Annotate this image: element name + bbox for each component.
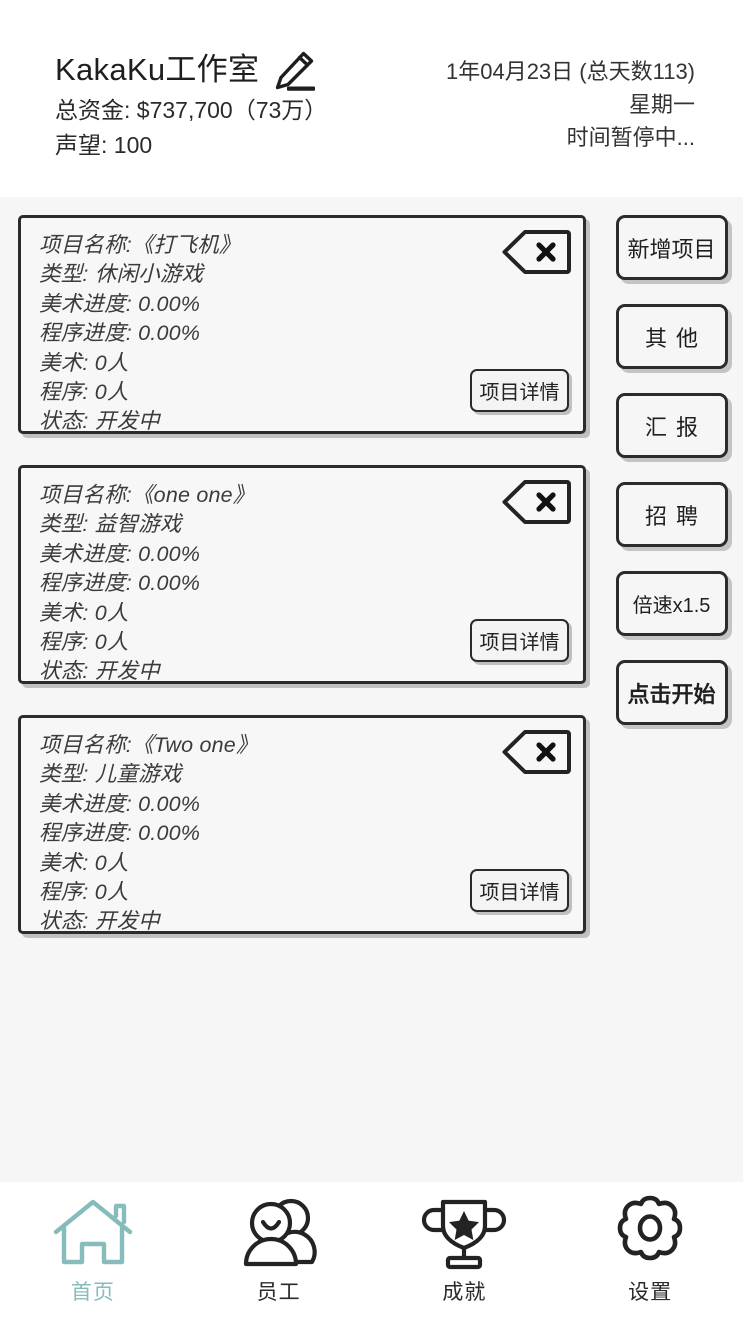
recruit-button[interactable]: 招聘 [615, 482, 728, 547]
project-card[interactable]: 项目名称:《打飞机》 类型: 休闲小游戏 美术进度: 0.00% 程序进度: 0… [18, 215, 586, 434]
project-type: 类型: 休闲小游戏 [39, 262, 204, 287]
nav-label-settings: 设置 [628, 1281, 673, 1304]
project-type: 类型: 儿童游戏 [39, 762, 182, 787]
main-content: 项目名称:《打飞机》 类型: 休闲小游戏 美术进度: 0.00% 程序进度: 0… [0, 197, 743, 1182]
nav-label-staff: 员工 [256, 1281, 301, 1304]
total-funds-line: 总资金: $737,700（73万） [55, 97, 328, 123]
code-progress: 程序进度: 0.00% [39, 821, 201, 846]
home-icon [50, 1194, 136, 1274]
nav-item-staff[interactable]: 员工 [186, 1194, 372, 1306]
speed-toggle-button[interactable]: 倍速x1.5 [615, 571, 728, 636]
project-name: 项目名称:《one one》 [39, 483, 255, 507]
header-right: 1年04月23日 (总天数113) 星期一 时间暂停中... [446, 48, 713, 197]
bottom-navigation: 首页 员工 成就 设置 [0, 1182, 743, 1327]
nav-label-home: 首页 [70, 1281, 115, 1304]
project-list: 项目名称:《打飞机》 类型: 休闲小游戏 美术进度: 0.00% 程序进度: 0… [0, 207, 600, 1182]
project-details-button[interactable]: 项目详情 [470, 619, 569, 662]
code-progress: 程序进度: 0.00% [39, 571, 201, 596]
action-rail: 新增项目 其他 汇报 招聘 倍速x1.5 点击开始 [600, 207, 743, 1182]
new-project-button[interactable]: 新增项目 [615, 215, 728, 280]
project-card[interactable]: 项目名称:《one one》 类型: 益智游戏 美术进度: 0.00% 程序进度… [18, 465, 586, 684]
code-progress: 程序进度: 0.00% [39, 321, 201, 346]
report-button[interactable]: 汇报 [615, 393, 728, 458]
other-button[interactable]: 其他 [615, 304, 728, 369]
project-name: 项目名称:《打飞机》 [39, 233, 241, 257]
nav-label-achievements: 成就 [442, 1281, 487, 1304]
art-progress: 美术进度: 0.00% [39, 291, 201, 316]
header: KakaKu工作室 总资金: $737,700（73万） 声望: 100 1年0… [0, 0, 743, 197]
project-type: 类型: 益智游戏 [39, 512, 182, 537]
trophy-icon [421, 1194, 507, 1274]
project-details-button[interactable]: 项目详情 [470, 369, 569, 412]
nav-item-home[interactable]: 首页 [0, 1194, 186, 1306]
close-icon[interactable] [501, 479, 571, 525]
game-date-line: 1年04月23日 (总天数113) [445, 59, 695, 84]
pencil-icon[interactable] [273, 50, 319, 92]
studio-name: KakaKu工作室 [55, 51, 260, 87]
time-status-line: 时间暂停中... [566, 125, 695, 151]
header-left: KakaKu工作室 总资金: $737,700（73万） 声望: 100 [55, 48, 327, 197]
close-icon[interactable] [501, 229, 571, 275]
project-card[interactable]: 项目名称:《Two one》 类型: 儿童游戏 美术进度: 0.00% 程序进度… [18, 715, 586, 934]
app-root: KakaKu工作室 总资金: $737,700（73万） 声望: 100 1年0… [0, 0, 743, 1327]
reputation-line: 声望: 100 [55, 131, 153, 158]
studio-row: KakaKu工作室 [55, 48, 327, 92]
start-button[interactable]: 点击开始 [615, 660, 728, 725]
project-name: 项目名称:《Two one》 [39, 733, 258, 757]
close-icon[interactable] [501, 729, 571, 775]
art-progress: 美术进度: 0.00% [39, 541, 201, 566]
nav-item-achievements[interactable]: 成就 [372, 1194, 558, 1306]
project-details-button[interactable]: 项目详情 [470, 869, 569, 912]
people-icon [236, 1194, 322, 1274]
gear-icon [607, 1194, 693, 1274]
art-progress: 美术进度: 0.00% [39, 791, 201, 816]
nav-item-settings[interactable]: 设置 [557, 1194, 743, 1306]
weekday-line: 星期一 [628, 92, 695, 118]
